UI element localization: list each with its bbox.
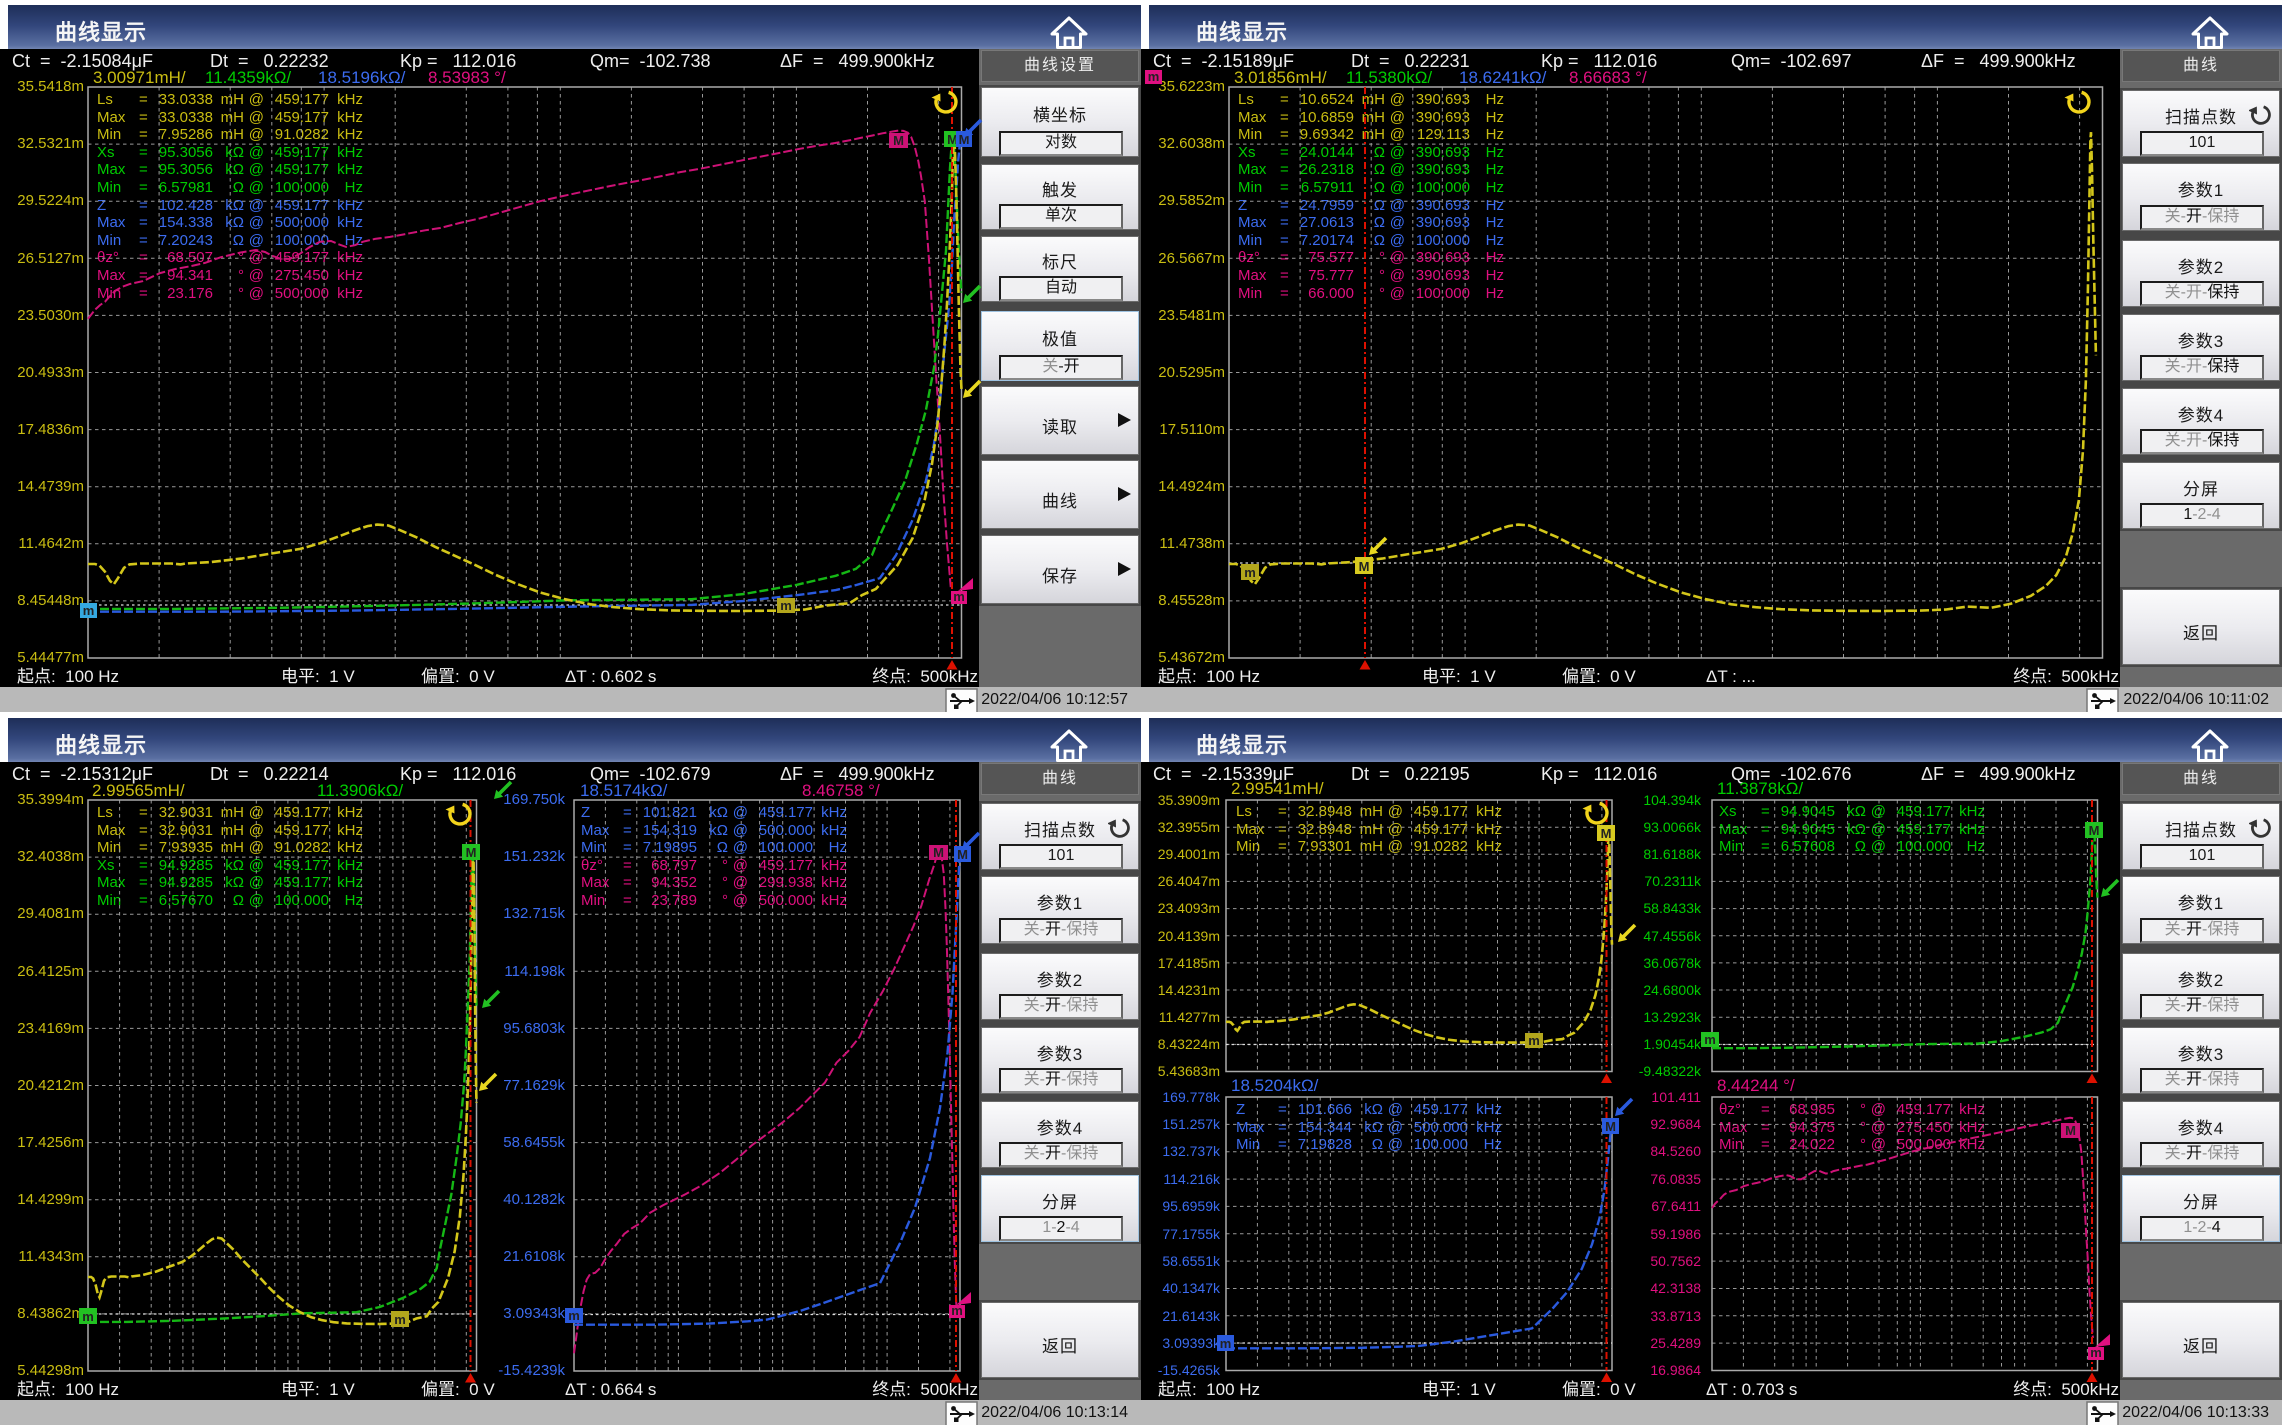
svg-text:m: m — [2090, 1345, 2102, 1360]
svg-text:M: M — [1359, 559, 1370, 574]
svg-text:m: m — [1148, 69, 1160, 84]
svg-text:M: M — [466, 845, 477, 860]
svg-text:m: m — [780, 598, 792, 613]
svg-text:M: M — [893, 133, 904, 148]
svg-text:m: m — [82, 1309, 94, 1324]
svg-text:m: m — [1528, 1033, 1540, 1048]
svg-text:M: M — [933, 845, 944, 860]
svg-text:m: m — [83, 603, 95, 618]
svg-text:m: m — [1244, 565, 1256, 580]
svg-text:m: m — [953, 589, 965, 604]
svg-text:m: m — [568, 1308, 580, 1323]
svg-text:m: m — [1704, 1032, 1716, 1047]
svg-text:m: m — [1220, 1336, 1232, 1351]
svg-text:M: M — [2065, 1123, 2076, 1138]
svg-text:M: M — [1605, 1119, 1616, 1134]
svg-text:m: m — [394, 1312, 406, 1327]
svg-text:m: m — [951, 1303, 963, 1318]
svg-text:M: M — [1601, 826, 1612, 841]
svg-text:M: M — [2089, 823, 2100, 838]
